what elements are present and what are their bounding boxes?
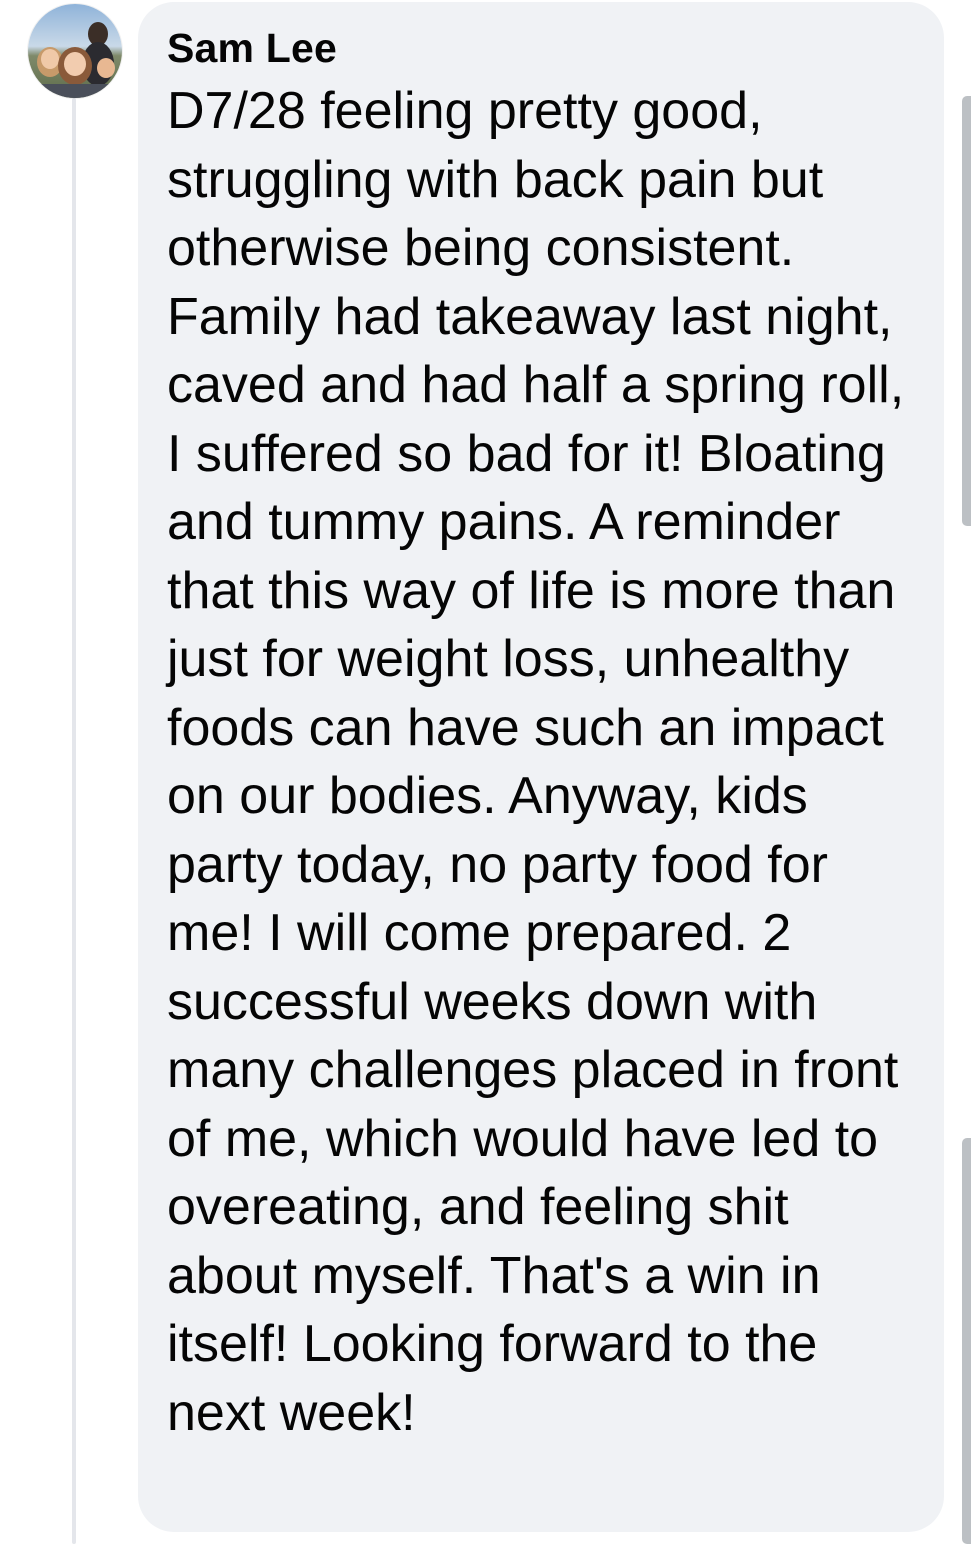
comment-body-text: D7/28 feeling pretty good, struggling wi… [167, 82, 905, 1442]
comment-thread: Sam Lee D7/28 feeling pretty good, strug… [0, 0, 971, 1544]
scroll-handle[interactable] [962, 1138, 971, 1544]
avatar[interactable] [28, 4, 122, 98]
scroll-handle[interactable] [962, 96, 971, 526]
profile-photo-icon [28, 4, 122, 98]
comment-bubble: Sam Lee D7/28 feeling pretty good, strug… [138, 2, 944, 1532]
comment-author-name[interactable]: Sam Lee [167, 22, 916, 74]
reply-thread-line [72, 98, 76, 1544]
